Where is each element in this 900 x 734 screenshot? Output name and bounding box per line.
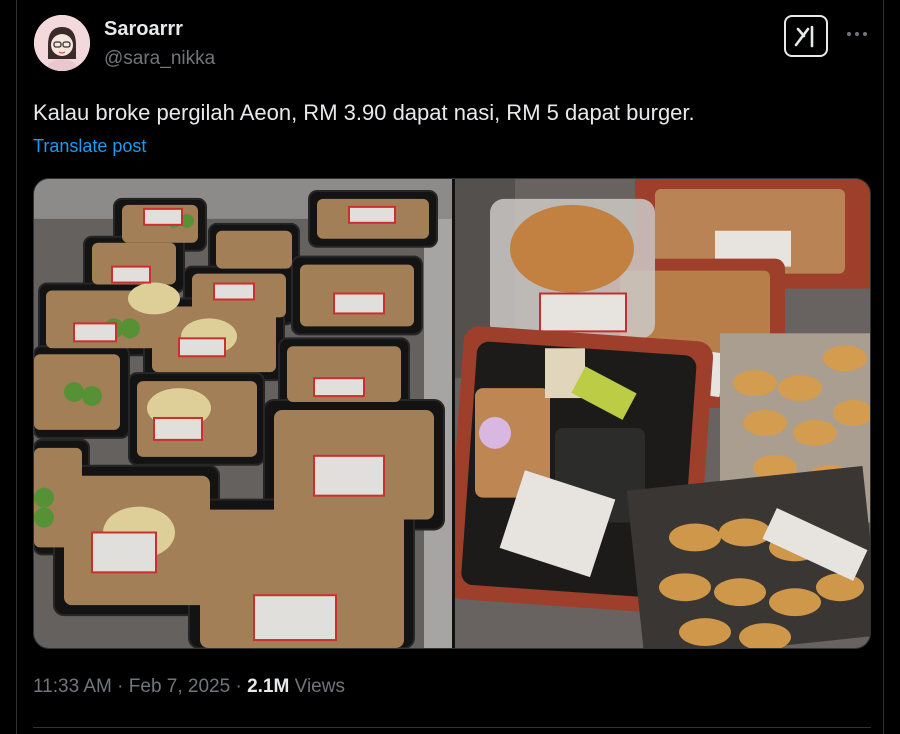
author-handle[interactable]: @sara_nikka [104, 48, 215, 70]
post-meta: 11:33 AM · Feb 7, 2025 · 2.1M Views [33, 676, 345, 698]
media-grid [33, 178, 871, 649]
window-frame-right [883, 0, 900, 734]
meta-separator: · [235, 676, 242, 697]
views-count: 2.1M [247, 676, 290, 697]
translate-post-link[interactable]: Translate post [33, 136, 146, 157]
post-time[interactable]: 11:33 AM [33, 676, 112, 697]
author-name[interactable]: Saroarrr [104, 18, 183, 41]
photo-bento-burger-nuggets[interactable] [455, 179, 870, 648]
avatar[interactable] [34, 15, 90, 71]
more-icon [847, 32, 867, 36]
photo-rice-meals[interactable] [34, 179, 452, 648]
more-button[interactable] [843, 22, 871, 46]
post-date[interactable]: Feb 7, 2025 [129, 676, 230, 697]
views-label: Views [294, 676, 345, 697]
grok-icon [794, 25, 814, 48]
avatar-illustration [34, 15, 90, 71]
meta-separator: · [117, 676, 124, 697]
window-frame-left [0, 0, 17, 734]
divider [33, 727, 871, 728]
post-text: Kalau broke pergilah Aeon, RM 3.90 dapat… [33, 100, 695, 125]
grok-button[interactable] [784, 15, 828, 57]
